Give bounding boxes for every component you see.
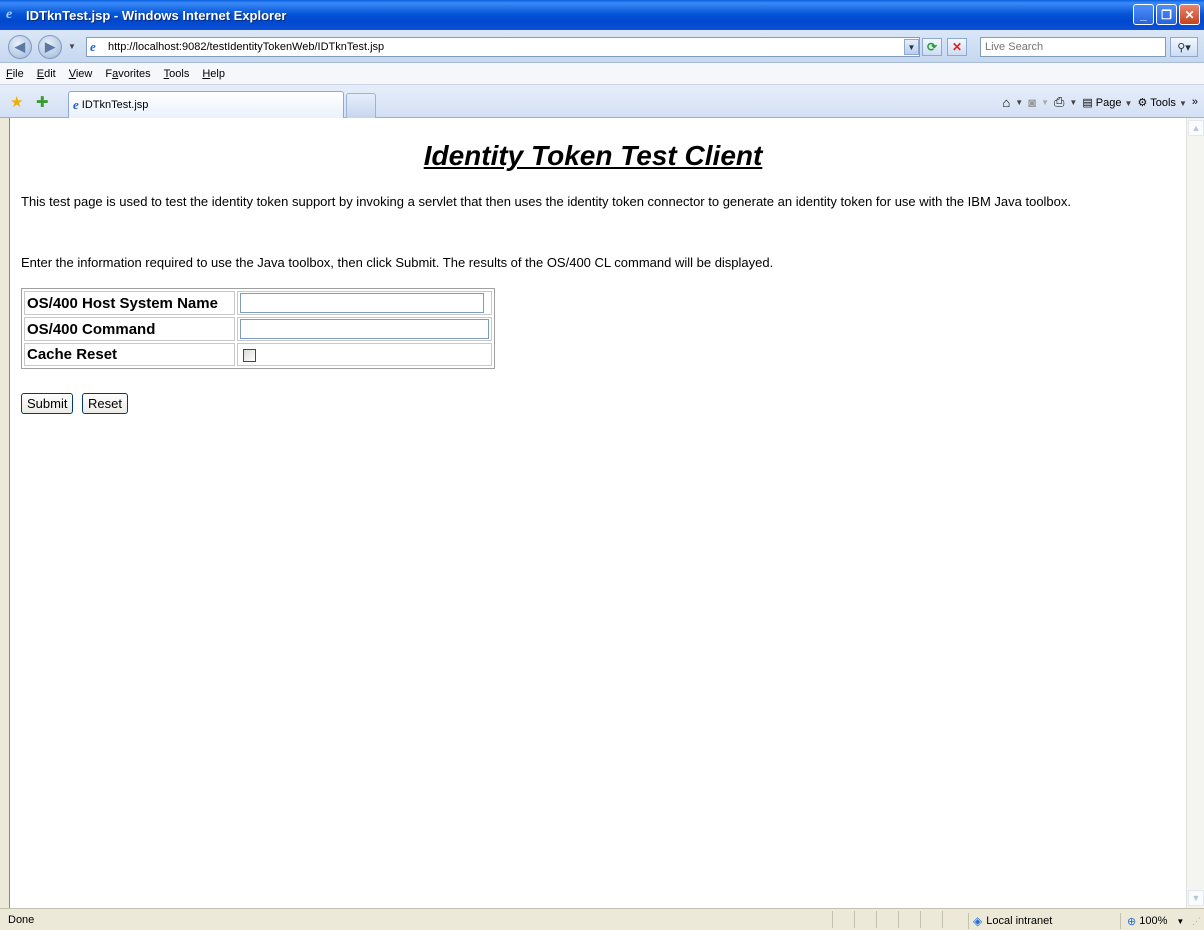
table-row: OS/400 Command xyxy=(24,317,492,341)
page-title: Identity Token Test Client xyxy=(423,140,763,171)
page-icon: e xyxy=(90,39,96,54)
address-dropdown-button[interactable]: ▼ xyxy=(904,39,919,55)
window-controls: _ ❐ ✕ xyxy=(1133,4,1200,25)
menu-bar: File Edit View Favorites Tools Help xyxy=(0,63,1204,85)
menu-help[interactable]: Help xyxy=(202,68,225,80)
status-bar: Done ◈ Local intranet ⊕ 100% ▼ ⋰ xyxy=(0,908,1204,930)
status-panel xyxy=(920,911,942,928)
minimize-button[interactable]: _ xyxy=(1133,4,1154,25)
menu-file[interactable]: File xyxy=(6,68,24,80)
command-label: OS/400 Command xyxy=(24,317,235,341)
host-system-name-input[interactable] xyxy=(240,293,484,313)
maximize-button[interactable]: ❐ xyxy=(1156,4,1177,25)
zoom-level: 100% xyxy=(1139,915,1168,927)
tab-idtkntest[interactable]: e IDTknTest.jsp xyxy=(68,91,344,118)
host-cell xyxy=(237,291,492,315)
search-input[interactable] xyxy=(981,40,1161,54)
address-toolbar: ◀ ▶ ▼ e ▼ ⟳ ✕ ⚲▾ xyxy=(0,30,1204,63)
zone-label: Local intranet xyxy=(986,915,1053,927)
search-button[interactable]: ⚲ ▾ xyxy=(1170,37,1198,57)
command-bar: ⌂ ▼ ◙ ▼ ⎙ ▼ ▤ Page ▼ ⚙ Tools ▼ » xyxy=(1002,94,1198,110)
status-panel xyxy=(832,911,854,928)
input-form-table: OS/400 Host System Name OS/400 Command C… xyxy=(21,288,495,369)
recent-pages-dropdown-icon[interactable]: ▼ xyxy=(68,42,76,51)
tab-bar: ★ ✚ e IDTknTest.jsp ⌂ ▼ ◙ ▼ ⎙ ▼ ▤ Page ▼… xyxy=(0,85,1204,118)
scroll-up-icon[interactable]: ▲ xyxy=(1188,120,1204,136)
home-icon[interactable]: ⌂ xyxy=(1002,95,1010,110)
address-input[interactable] xyxy=(108,41,888,53)
intranet-icon: ◈ xyxy=(973,914,983,928)
status-panel xyxy=(898,911,920,928)
host-label: OS/400 Host System Name xyxy=(24,291,235,315)
home-dropdown-icon[interactable]: ▼ xyxy=(1015,98,1023,107)
zoom-control[interactable]: ⊕ 100% ▼ xyxy=(1120,913,1184,929)
scroll-down-icon[interactable]: ▼ xyxy=(1188,890,1204,906)
feeds-icon[interactable]: ◙ xyxy=(1028,95,1036,110)
close-button[interactable]: ✕ xyxy=(1179,4,1200,25)
intro-text: This test page is used to test the ident… xyxy=(21,194,1072,209)
table-row: Cache Reset xyxy=(24,343,492,366)
cache-reset-cell xyxy=(237,343,492,366)
menu-tools[interactable]: Tools xyxy=(164,68,190,80)
stop-button[interactable]: ✕ xyxy=(947,38,967,56)
resize-grip-icon[interactable]: ⋰ xyxy=(1192,916,1201,927)
page-content: Identity Token Test Client This test pag… xyxy=(9,118,1186,908)
forward-button[interactable]: ▶ xyxy=(38,35,62,59)
favorites-star-icon[interactable]: ★ xyxy=(10,93,23,111)
reset-button[interactable]: Reset xyxy=(82,393,128,414)
more-commands-icon[interactable]: » xyxy=(1192,96,1198,108)
submit-button[interactable]: Submit xyxy=(21,393,74,414)
refresh-button[interactable]: ⟳ xyxy=(922,38,942,56)
ie-logo-icon: e xyxy=(6,7,13,22)
address-bar[interactable]: e xyxy=(86,37,920,57)
chevron-down-icon: ▼ xyxy=(1178,98,1187,108)
page-menu-button[interactable]: ▤ Page ▼ xyxy=(1082,96,1132,109)
feeds-dropdown-icon[interactable]: ▼ xyxy=(1041,98,1049,107)
page-icon: e xyxy=(73,97,79,112)
new-tab-button[interactable] xyxy=(346,93,376,118)
vertical-scrollbar[interactable]: ▲ ▼ xyxy=(1186,118,1204,908)
chevron-down-icon: ▼ xyxy=(1124,98,1133,108)
page-icon: ▤ xyxy=(1082,96,1093,109)
window-title: IDTknTest.jsp - Windows Internet Explore… xyxy=(26,7,287,23)
table-row: OS/400 Host System Name xyxy=(24,291,492,315)
status-panels xyxy=(832,911,964,928)
menu-favorites[interactable]: Favorites xyxy=(105,68,150,80)
menu-view[interactable]: View xyxy=(69,68,93,80)
gear-icon: ⚙ xyxy=(1137,96,1148,109)
status-text: Done xyxy=(8,914,35,926)
command-input[interactable] xyxy=(240,319,489,339)
chevron-down-icon: ▼ xyxy=(1176,916,1185,926)
cache-reset-checkbox[interactable] xyxy=(243,348,256,362)
status-panel xyxy=(876,911,898,928)
search-box[interactable] xyxy=(980,37,1166,57)
cache-reset-label: Cache Reset xyxy=(24,343,235,366)
print-icon[interactable]: ⎙ xyxy=(1054,94,1064,110)
status-panel xyxy=(942,911,964,928)
zoom-icon: ⊕ xyxy=(1127,915,1137,928)
add-favorites-icon[interactable]: ✚ xyxy=(36,93,49,111)
instructions-text: Enter the information required to use th… xyxy=(21,255,774,270)
command-cell xyxy=(237,317,492,341)
menu-edit[interactable]: Edit xyxy=(37,68,56,80)
search-icon: ⚲ xyxy=(1177,41,1186,54)
tools-menu-button[interactable]: ⚙ Tools ▼ xyxy=(1137,96,1186,109)
status-panel xyxy=(854,911,876,928)
security-zone[interactable]: ◈ Local intranet xyxy=(968,913,1052,929)
print-dropdown-icon[interactable]: ▼ xyxy=(1069,98,1077,107)
tab-label: IDTknTest.jsp xyxy=(81,99,149,111)
window-title-bar[interactable]: e IDTknTest.jsp - Windows Internet Explo… xyxy=(0,0,1204,30)
back-button[interactable]: ◀ xyxy=(8,35,32,59)
